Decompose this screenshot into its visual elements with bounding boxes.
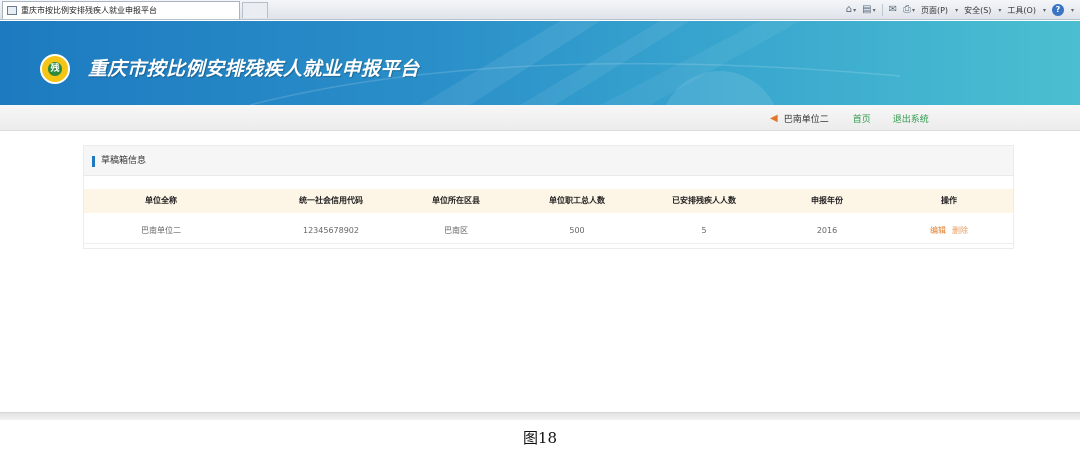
- browser-tab-title: 重庆市按比例安排残疾人就业申报平台: [21, 6, 157, 15]
- cell-unit-name: 巴南单位二: [141, 226, 181, 235]
- cell-year: 2016: [816, 226, 838, 235]
- home-link[interactable]: 首页: [853, 112, 871, 125]
- delete-link[interactable]: 删除: [952, 226, 968, 235]
- column-header-unit-name: 单位全称: [145, 196, 177, 205]
- cell-actions: 编辑 删除: [889, 218, 1009, 244]
- panel-header-accent: [92, 156, 95, 167]
- column-header-year: 申报年份: [811, 196, 843, 205]
- column-header-credit-code: 统一社会信用代码: [299, 196, 363, 205]
- tools-menu[interactable]: 工具(O): [1007, 5, 1036, 16]
- cell-disabled-count: 5: [701, 226, 707, 235]
- figure-caption: 图18: [522, 429, 558, 447]
- browser-toolbar: 重庆市按比例安排残疾人就业申报平台 ⌂▾ ▤▾ ✉ ⎙▾ 页面(P) ▾ 安全(S…: [0, 0, 1080, 20]
- speaker-icon: ◀: [770, 112, 778, 124]
- logout-link[interactable]: 退出系统: [893, 112, 929, 125]
- page-favicon-icon: [7, 6, 17, 15]
- cell-total-staff: 500: [569, 226, 585, 235]
- user-nav: ◀ 巴南单位二 首页 退出系统: [770, 105, 951, 131]
- safety-menu[interactable]: 安全(S): [964, 5, 991, 16]
- column-header-total-staff: 单位职工总人数: [549, 196, 605, 205]
- panel-title: 草稿箱信息: [101, 156, 147, 166]
- panel-header: 草稿箱信息: [84, 146, 1013, 176]
- cell-district: 巴南区: [444, 226, 468, 235]
- home-icon[interactable]: ⌂▾: [846, 0, 856, 21]
- mail-icon[interactable]: ✉: [889, 0, 897, 20]
- edit-link[interactable]: 编辑: [930, 226, 946, 235]
- current-user: 巴南单位二: [783, 114, 829, 125]
- table-header: 单位全称 统一社会信用代码 单位所在区县 单位职工总人数 已安排残疾人人数 申报…: [84, 189, 1013, 213]
- top-nav: ◀ 巴南单位二 首页 退出系统: [0, 105, 1080, 131]
- help-icon[interactable]: ?: [1051, 4, 1064, 16]
- command-bar: ⌂▾ ▤▾ ✉ ⎙▾ 页面(P) ▾ 安全(S) ▾ 工具(O) ▾ ? ▾: [846, 0, 1074, 20]
- disability-federation-logo: 残: [40, 54, 70, 84]
- new-tab-button[interactable]: [242, 2, 268, 18]
- page-bottom-edge: [0, 412, 1080, 420]
- page-menu-chevron-icon: ▾: [955, 6, 959, 14]
- tools-menu-chevron-icon: ▾: [1042, 6, 1046, 14]
- page-menu[interactable]: 页面(P): [921, 5, 948, 16]
- cell-credit-code: 12345678902: [303, 226, 359, 235]
- column-header-actions: 操作: [941, 196, 957, 205]
- safety-menu-chevron-icon: ▾: [998, 6, 1002, 14]
- column-header-disabled-count: 已安排残疾人人数: [672, 196, 736, 205]
- table-row: 巴南单位二 12345678902 巴南区 500 5 2016 编辑 删除: [84, 218, 1013, 244]
- print-icon[interactable]: ⎙▾: [903, 0, 915, 21]
- column-header-district: 单位所在区县: [432, 196, 480, 205]
- help-menu-chevron-icon: ▾: [1070, 6, 1074, 14]
- toolbar-divider: [881, 4, 883, 16]
- drafts-panel: 草稿箱信息 单位全称 统一社会信用代码 单位所在区县 单位职工总人数 已安排残疾…: [83, 145, 1014, 249]
- browser-tab[interactable]: 重庆市按比例安排残疾人就业申报平台: [2, 1, 240, 19]
- feeds-icon[interactable]: ▤▾: [862, 0, 875, 21]
- logo-glyph: 残: [48, 62, 62, 76]
- site-banner: 残 重庆市按比例安排残疾人就业申报平台: [0, 21, 1080, 105]
- site-title: 重庆市按比例安排残疾人就业申报平台: [88, 58, 420, 80]
